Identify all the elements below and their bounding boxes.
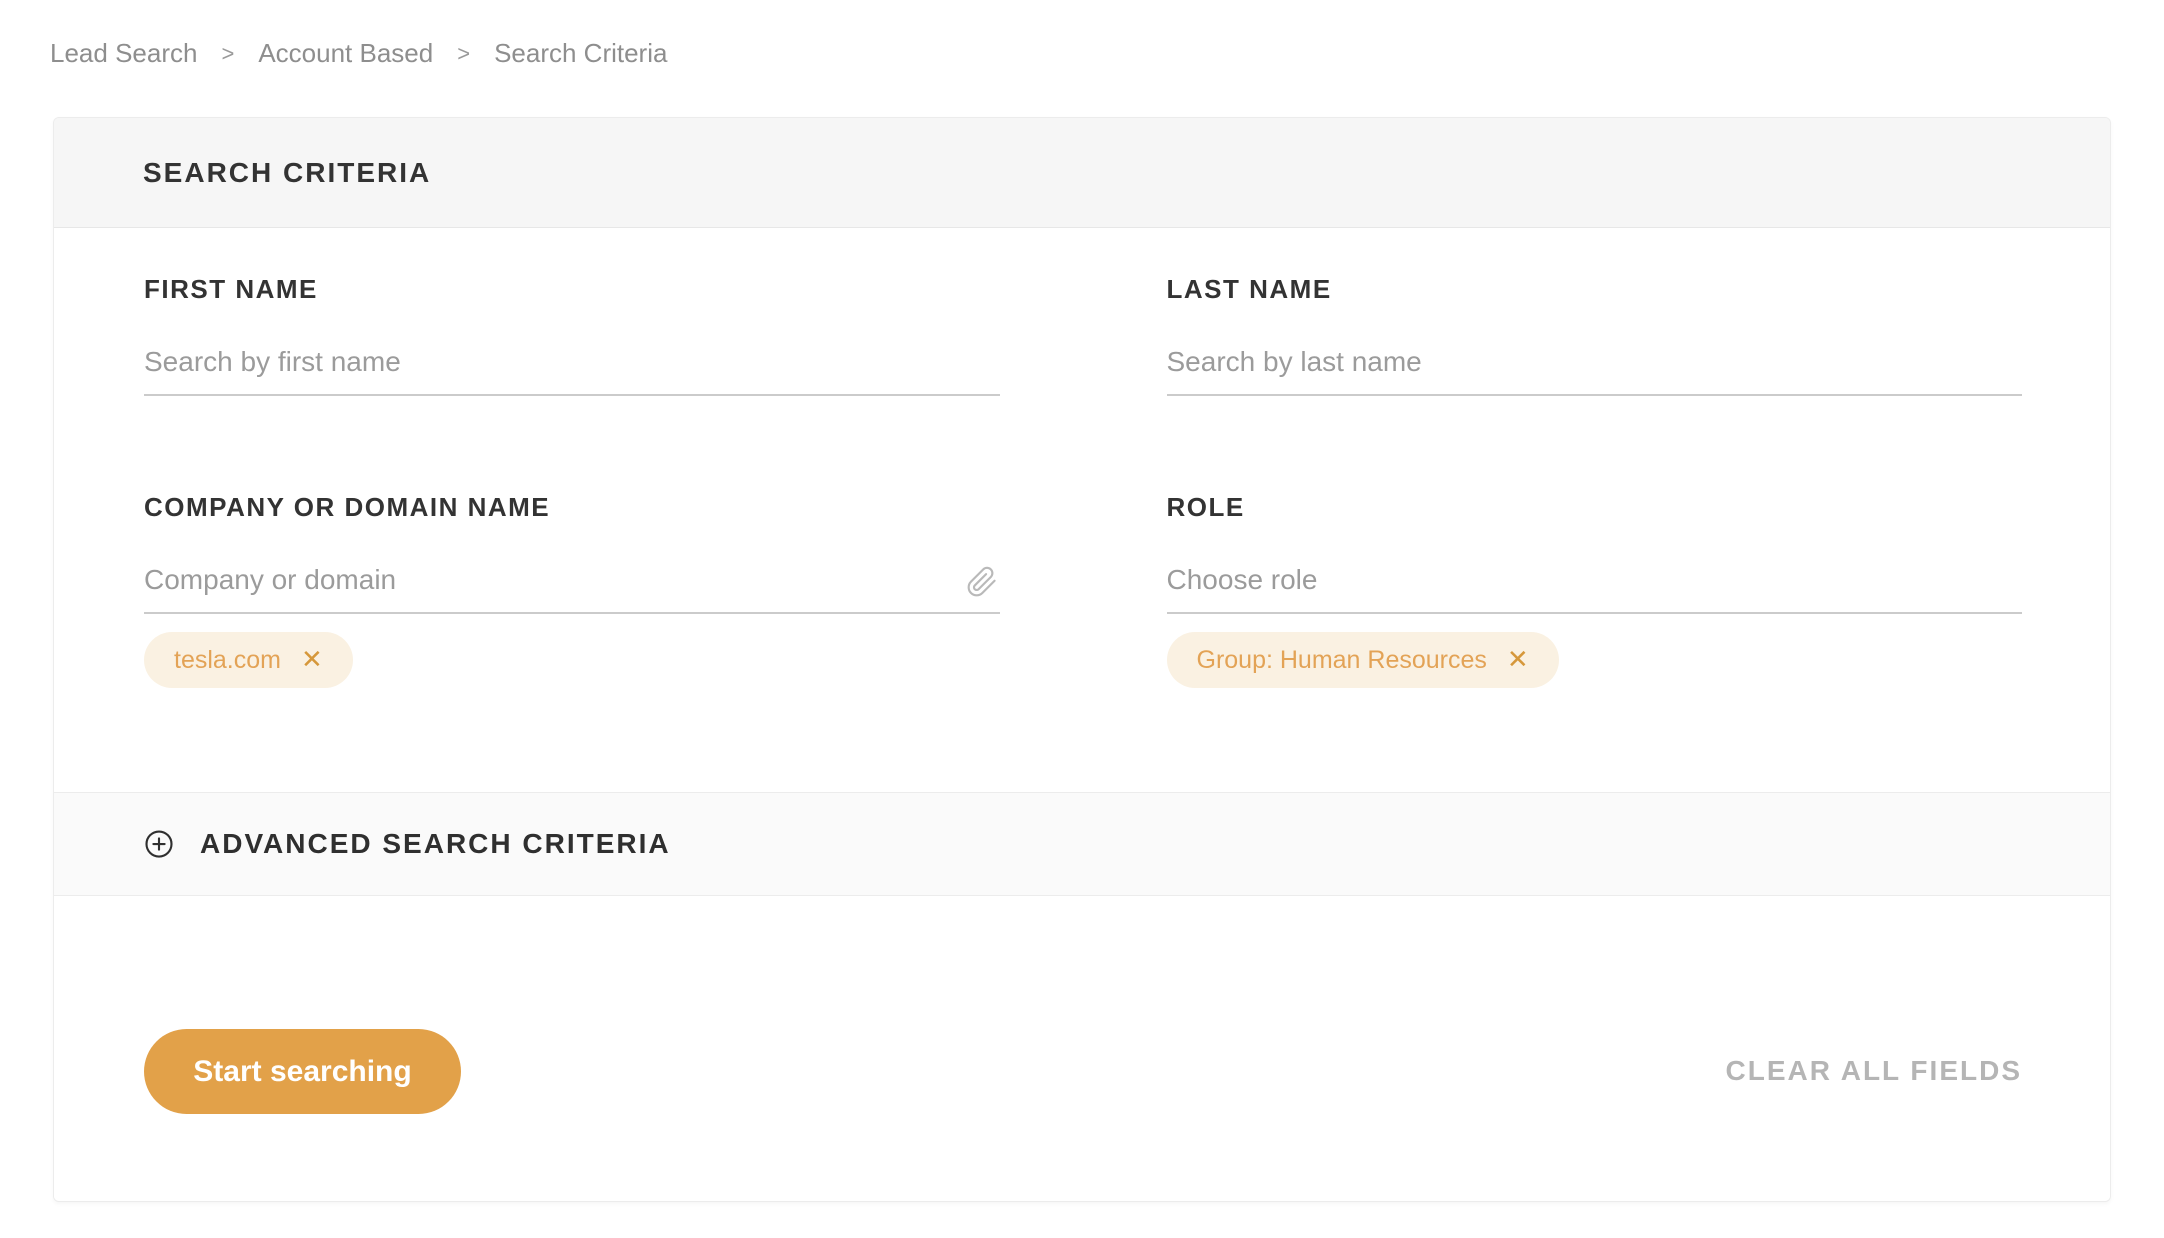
breadcrumb-account-based[interactable]: Account Based	[258, 38, 433, 69]
last-name-field-group: LAST NAME	[1166, 274, 2022, 396]
role-label: ROLE	[1166, 492, 1245, 522]
role-chip-label: Group: Human Resources	[1196, 645, 1487, 674]
last-name-label: LAST NAME	[1166, 274, 1332, 304]
role-input-wrap	[1166, 548, 2022, 614]
search-fields: FIRST NAME LAST NAME COMPANY OR DOMAIN N…	[54, 228, 2110, 792]
first-name-input[interactable]	[144, 330, 1000, 396]
advanced-search-label: ADVANCED SEARCH CRITERIA	[200, 828, 671, 859]
company-label: COMPANY OR DOMAIN NAME	[144, 492, 551, 522]
role-chip-row: Group: Human Resources ✕	[1166, 632, 2023, 688]
role-chip: Group: Human Resources ✕	[1166, 632, 1559, 688]
last-name-input[interactable]	[1166, 330, 2022, 396]
paperclip-icon[interactable]	[966, 566, 998, 598]
breadcrumb-lead-search[interactable]: Lead Search	[50, 38, 197, 69]
company-input[interactable]	[144, 548, 1000, 614]
company-chip: tesla.com ✕	[144, 632, 353, 688]
first-name-field-group: FIRST NAME	[144, 274, 1000, 396]
advanced-search-toggle[interactable]: ADVANCED SEARCH CRITERIA	[54, 792, 2110, 896]
clear-all-fields-button[interactable]: CLEAR ALL FIELDS	[1726, 1055, 2022, 1087]
breadcrumb-separator: >	[221, 40, 235, 66]
breadcrumb-separator: >	[457, 40, 471, 66]
panel-header: SEARCH CRITERIA	[54, 118, 2110, 228]
remove-icon[interactable]: ✕	[301, 647, 323, 673]
first-name-label: FIRST NAME	[144, 274, 318, 304]
search-criteria-panel: SEARCH CRITERIA FIRST NAME LAST NAME COM…	[53, 117, 2111, 1202]
company-input-wrap	[144, 548, 1000, 614]
role-field-group: ROLE Group: Human Resources ✕	[1166, 492, 2023, 688]
plus-circle-icon	[145, 830, 173, 858]
first-name-input-wrap	[144, 330, 1000, 396]
company-chip-label: tesla.com	[174, 645, 281, 674]
breadcrumb: Lead Search > Account Based > Search Cri…	[50, 38, 667, 69]
start-searching-button[interactable]: Start searching	[144, 1029, 461, 1114]
last-name-input-wrap	[1166, 330, 2022, 396]
company-field-group: COMPANY OR DOMAIN NAME tesla.com ✕	[144, 492, 1000, 688]
role-input[interactable]	[1166, 548, 2022, 614]
panel-title: SEARCH CRITERIA	[143, 156, 432, 188]
breadcrumb-search-criteria[interactable]: Search Criteria	[494, 38, 667, 69]
actions-bar: Start searching CLEAR ALL FIELDS	[54, 896, 2110, 1201]
company-chip-row: tesla.com ✕	[144, 632, 1000, 688]
remove-icon[interactable]: ✕	[1507, 647, 1529, 673]
